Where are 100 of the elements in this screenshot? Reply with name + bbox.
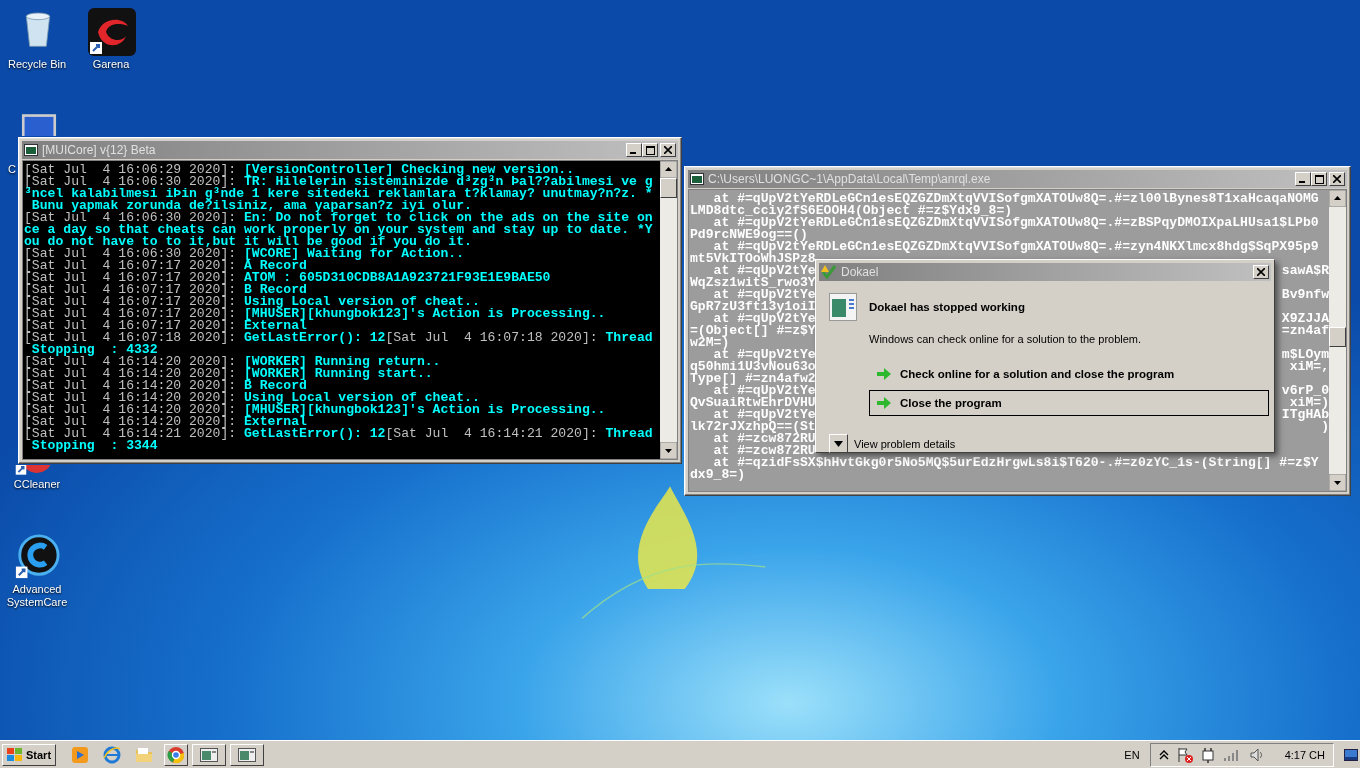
close-icon xyxy=(1333,175,1341,183)
log-message: Thread xyxy=(605,330,653,345)
stack-trace-line: at #=qUpV2tYeRDLeGCn1esEQZGZDmXtqVVISofgmXATOUw8Q=.#=zyn4NKXlmcx8hdg$SqPX95p9 xyxy=(713,241,1319,253)
show-desktop-icon[interactable] xyxy=(1344,748,1358,761)
scrollbar-thumb[interactable] xyxy=(660,178,677,198)
desktop-icon-label: Advanced SystemCare xyxy=(5,583,69,609)
arrow-icon xyxy=(876,367,892,381)
flag-icon[interactable] xyxy=(1176,746,1193,763)
details-label: View problem details xyxy=(854,437,956,450)
log-message: GetLastError(): 12 xyxy=(244,426,386,441)
media-player-icon xyxy=(71,745,90,764)
stack-trace-line: lk72rJXzhpQ==(St xyxy=(690,421,816,433)
chrome-icon xyxy=(167,745,186,764)
log-message: GetLastError(): 12 xyxy=(244,330,386,345)
stack-trace-line: q50hmi1U3vNou63o xyxy=(690,361,816,373)
stack-trace-line: at #=qUpV2tYe xyxy=(713,349,816,361)
desktop-icon-label: Recycle Bin xyxy=(6,58,68,71)
scrollbar[interactable] xyxy=(1329,190,1346,491)
minimize-button[interactable] xyxy=(626,143,642,157)
power-plug-icon[interactable] xyxy=(1200,746,1215,763)
log-message: Thread xyxy=(605,426,653,441)
chevron-up-icon[interactable] xyxy=(1158,748,1169,761)
stack-trace-line: at #=qUpV2tYeRDLeGCn1esEQZGZDmXtqVVISofgmXATOUw8Q=.#=zl00lBynes8T1xaHcaqaNOMG xyxy=(713,193,1319,205)
maximize-icon xyxy=(645,145,655,155)
stack-trace-line: mt5VkITOoWhJSPz8 xyxy=(690,253,816,265)
log-message: Stopping : 4332 xyxy=(31,342,158,357)
app-shortcut-icon[interactable] xyxy=(14,534,60,580)
stack-trace-line: at #=qzidFsSX$hHvtGkg0r5No5MQ$5urEdzHrgwLs8i$T620-.#=z0zYC_1s-(String[] #=z$Y xyxy=(713,457,1319,469)
stack-trace-line: at #=zcw872RU xyxy=(713,433,816,445)
stack-trace-line: GpR7zU3ft13y1oiI xyxy=(690,301,816,313)
browser-icon xyxy=(103,745,122,764)
stack-trace-line: at #=qUpV2tYe xyxy=(713,313,816,325)
log-message: Using Local version of cheat.. xyxy=(244,390,480,405)
close-button[interactable] xyxy=(1329,172,1345,186)
log-timestamp: [Sat Jul 4 16:07:18 2020]: xyxy=(385,330,599,345)
scroll-up-icon[interactable] xyxy=(660,161,677,178)
scrollbar[interactable] xyxy=(660,161,677,459)
stack-trace-line: =(Object[] #=z$Y xyxy=(690,325,816,337)
stack-trace-line: Type[] #=zn4afw2 xyxy=(690,373,816,385)
arrow-icon xyxy=(876,396,892,410)
scrollbar-thumb[interactable] xyxy=(1329,327,1346,347)
close-button[interactable] xyxy=(660,143,676,157)
scroll-up-icon[interactable] xyxy=(1329,190,1346,207)
stack-trace-line: QvSuaiRtwEhrDVHU xyxy=(690,397,816,409)
taskbar-button[interactable] xyxy=(192,743,227,766)
quick-launch-button[interactable] xyxy=(164,743,189,766)
stack-trace-line: xiM=) xyxy=(1289,397,1329,409)
stack-trace-line: m$LOym xyxy=(1281,349,1329,361)
stack-trace-line: sawA$R xyxy=(1281,265,1329,277)
console-window-icon xyxy=(238,747,257,762)
log-timestamp: [Sat Jul 4 16:06:29 2020]: xyxy=(24,162,238,177)
speaker-icon[interactable] xyxy=(1248,746,1265,763)
stack-trace-line: at #=qUpV2tYe xyxy=(713,385,816,397)
stack-trace-line: Pd9rcNWE9og==() xyxy=(690,229,808,241)
stack-trace-line: ITgHAb xyxy=(1281,409,1329,421)
stack-trace-line: WqZsz1witS_rwo3Y xyxy=(690,277,816,289)
window-title: C:\Users\LUONGC~1\AppData\Local\Temp\anrql.exe xyxy=(708,172,992,186)
maximize-icon xyxy=(1314,174,1324,184)
command-link[interactable]: Close the program xyxy=(869,390,1269,416)
stack-trace-line: at #=zcw872RU xyxy=(712,445,816,457)
program-window-icon xyxy=(829,293,857,321)
stack-trace-line: xiM=, xyxy=(1289,361,1329,373)
close-button[interactable] xyxy=(1253,265,1269,279)
expand-button[interactable] xyxy=(829,434,848,453)
stack-trace-line: at #=qUpV2tYeRDLeGCn1esEQZGZDmXtqVVISofgmXATOUw8Q=.#=zBSPqyDMOIXpaLHUsa1$LPb0 xyxy=(713,217,1319,229)
window-title: Dokael xyxy=(841,265,880,279)
language-indicator[interactable]: EN xyxy=(1124,748,1140,761)
windows-logo-icon xyxy=(7,747,23,762)
command-link[interactable]: Check online for a solution and close the program xyxy=(869,361,1269,387)
stack-trace-line: LMD8dtc_cciy2fS6EOOH4(Object #=z$Ydx9_8=) xyxy=(690,205,1013,217)
log-message: B Record xyxy=(244,282,307,297)
desktop-icon-label: Garena xyxy=(91,58,131,71)
stack-trace-line: at #=qUpV2tYe xyxy=(713,265,816,277)
scroll-down-icon[interactable] xyxy=(660,442,677,459)
stack-trace-line: =zn4af xyxy=(1281,325,1329,337)
stack-trace-line: Bv9nfw xyxy=(1281,289,1329,301)
desktop-icon-label: C xyxy=(7,163,17,176)
caret-icon xyxy=(834,440,843,447)
window-title: [MUICore] v{12} Beta xyxy=(42,143,157,157)
stack-trace-line: at #=qUpV2tYe xyxy=(713,289,816,301)
folder-icon xyxy=(135,745,154,764)
close-icon xyxy=(1257,268,1265,276)
dialog-heading: Dokael has stopped working xyxy=(869,301,1025,313)
minimize-button[interactable] xyxy=(1295,172,1311,186)
start-button[interactable]: Start xyxy=(2,743,57,766)
stack-trace-line: dx9_8=) xyxy=(690,469,745,481)
log-message: [WORKER] Running return.. xyxy=(244,354,441,369)
close-icon xyxy=(664,146,672,154)
maximize-button[interactable] xyxy=(1311,172,1327,186)
log-timestamp: [Sat Jul 4 16:14:21 2020]: xyxy=(385,426,599,441)
log-message: Using Local version of cheat.. xyxy=(244,294,480,309)
log-message: Stopping : 3344 xyxy=(31,438,158,453)
taskbar-button[interactable] xyxy=(230,743,265,766)
console-window-icon xyxy=(200,747,219,762)
stack-trace-line: at #=qUpV2tYe xyxy=(713,409,816,421)
console-window-icon xyxy=(24,144,38,156)
clock[interactable]: 4:17 CH xyxy=(1284,748,1325,761)
scroll-down-icon[interactable] xyxy=(1329,474,1346,491)
stack-trace-line: X9ZJJA xyxy=(1281,313,1329,325)
maximize-button[interactable] xyxy=(642,143,658,157)
